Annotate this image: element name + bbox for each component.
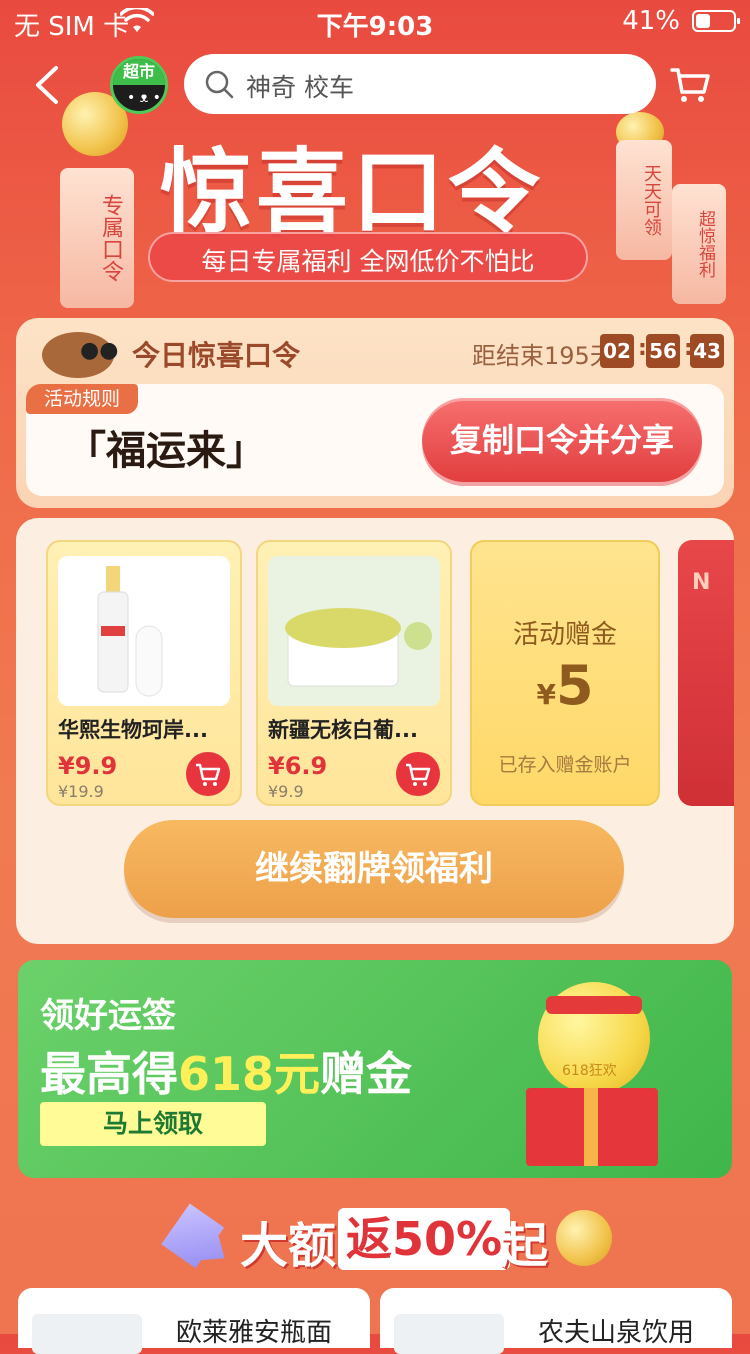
countdown-seconds: 43 (690, 334, 724, 368)
tmall-cat-icon: • ᴥ • (127, 90, 161, 106)
slogan-card-title: 今日惊喜口令 (132, 339, 301, 372)
supermarket-badge[interactable]: 超市 • ᴥ • (110, 56, 168, 114)
bonus-amount: ¥5 (472, 654, 658, 717)
headband (546, 996, 642, 1014)
back-button[interactable] (28, 62, 68, 108)
lucky-draw-banner[interactable]: 领好运签 最高得618元赠金 马上领取 618狂欢 (18, 960, 732, 1178)
product-thumbnail (394, 1314, 504, 1354)
product-original-price: ¥19.9 (58, 782, 104, 801)
rules-link[interactable]: 活动规则 (26, 384, 138, 414)
promo-heading: 大额 返50% 起 (0, 1200, 750, 1280)
product-original-price: ¥9.9 (268, 782, 304, 801)
slogan-card: ●● 今日惊喜口令 距结束195天 02 : 56 : 43 活动规则 「福运来… (16, 318, 734, 508)
search-bar[interactable]: 神奇 校车 (184, 54, 656, 114)
hero-subtitle-pill: 每日专属福利 全网低价不怕比 (148, 232, 588, 282)
product-name: 新疆无核白葡... (268, 718, 418, 742)
bonus-title: 活动赠金 (512, 620, 617, 650)
raisins-icon (268, 556, 440, 706)
product-card[interactable]: 华熙生物珂岸... ¥9.9 ¥19.9 (46, 540, 242, 806)
product-list-item[interactable]: 欧莱雅安瓶面 (18, 1288, 370, 1354)
countdown-minutes: 56 (646, 334, 680, 368)
product-list-item[interactable]: 农夫山泉饮用 (380, 1288, 732, 1354)
continue-flip-button[interactable]: 继续翻牌领福利 (124, 820, 624, 918)
product-thumbnail (32, 1314, 142, 1354)
product-price: ¥9.9 (58, 752, 118, 780)
next-card-peek[interactable]: N (678, 540, 734, 806)
battery-percent: 41% (622, 6, 680, 36)
copy-share-button[interactable]: 复制口令并分享 (422, 398, 702, 482)
lucky-ball-icon: 618狂欢 (538, 982, 650, 1094)
search-icon (205, 70, 234, 99)
tag-exclusive: 专属口令 (60, 168, 134, 308)
product-title: 农夫山泉饮用 (538, 1318, 695, 1348)
headline-highlight: 618元 (178, 1047, 321, 1101)
banner-headline: 最高得618元赠金 (40, 1038, 412, 1104)
bonus-note: 已存入赠金账户 (498, 754, 632, 776)
next-card-decoration: N (692, 570, 711, 595)
countdown-hours: 02 (600, 334, 634, 368)
products-card: 华熙生物珂岸... ¥9.9 ¥19.9 新疆无核白葡... ¥6.9 ¥9.9… (16, 518, 734, 944)
search-placeholder: 神奇 校车 (246, 73, 354, 102)
headline-part: 赠金 (320, 1047, 413, 1101)
countdown-label: 距结束195天 (472, 342, 614, 370)
tag-super: 超惊福利 (672, 184, 726, 304)
ball-label: 618狂欢 (562, 1063, 617, 1079)
product-card[interactable]: 新疆无核白葡... ¥6.9 ¥9.9 (256, 540, 452, 806)
add-to-cart-button[interactable] (186, 752, 230, 796)
serum-bottle-icon (97, 566, 163, 697)
product-image (58, 556, 230, 706)
badge-label: 超市 (113, 59, 165, 85)
promo-part-3: 起 (500, 1218, 549, 1274)
product-title: 欧莱雅安瓶面 (176, 1318, 333, 1348)
headline-part: 最高得 (40, 1047, 178, 1101)
cart-icon[interactable] (668, 62, 712, 106)
banner-title: 领好运签 (40, 996, 176, 1036)
tag-daily: 天天可领 (616, 140, 672, 260)
product-image (268, 556, 440, 706)
battery-icon (692, 10, 740, 32)
mascot-eyes-icon: ●● (80, 338, 119, 363)
add-to-cart-button[interactable] (396, 752, 440, 796)
gift-box-icon (526, 1088, 658, 1166)
claim-button[interactable]: 马上领取 (40, 1102, 266, 1146)
bonus-value: 5 (555, 654, 594, 717)
product-price: ¥6.9 (268, 752, 328, 780)
hero-subtitle: 每日专属福利 全网低价不怕比 (201, 247, 535, 276)
slogan-text: 「福运来」 (66, 428, 266, 474)
bonus-card: 活动赠金 ¥5 已存入赠金账户 (470, 540, 660, 806)
arrow-icon (161, 1203, 239, 1278)
promo-part-2: 返50% (338, 1208, 511, 1270)
product-name: 华熙生物珂岸... (58, 718, 208, 742)
bonus-currency: ¥ (536, 678, 556, 711)
promo-part-1: 大额 (240, 1218, 337, 1274)
status-bar: 无 SIM 卡 下午9:03 41% (0, 0, 750, 44)
bell-icon (556, 1210, 612, 1266)
